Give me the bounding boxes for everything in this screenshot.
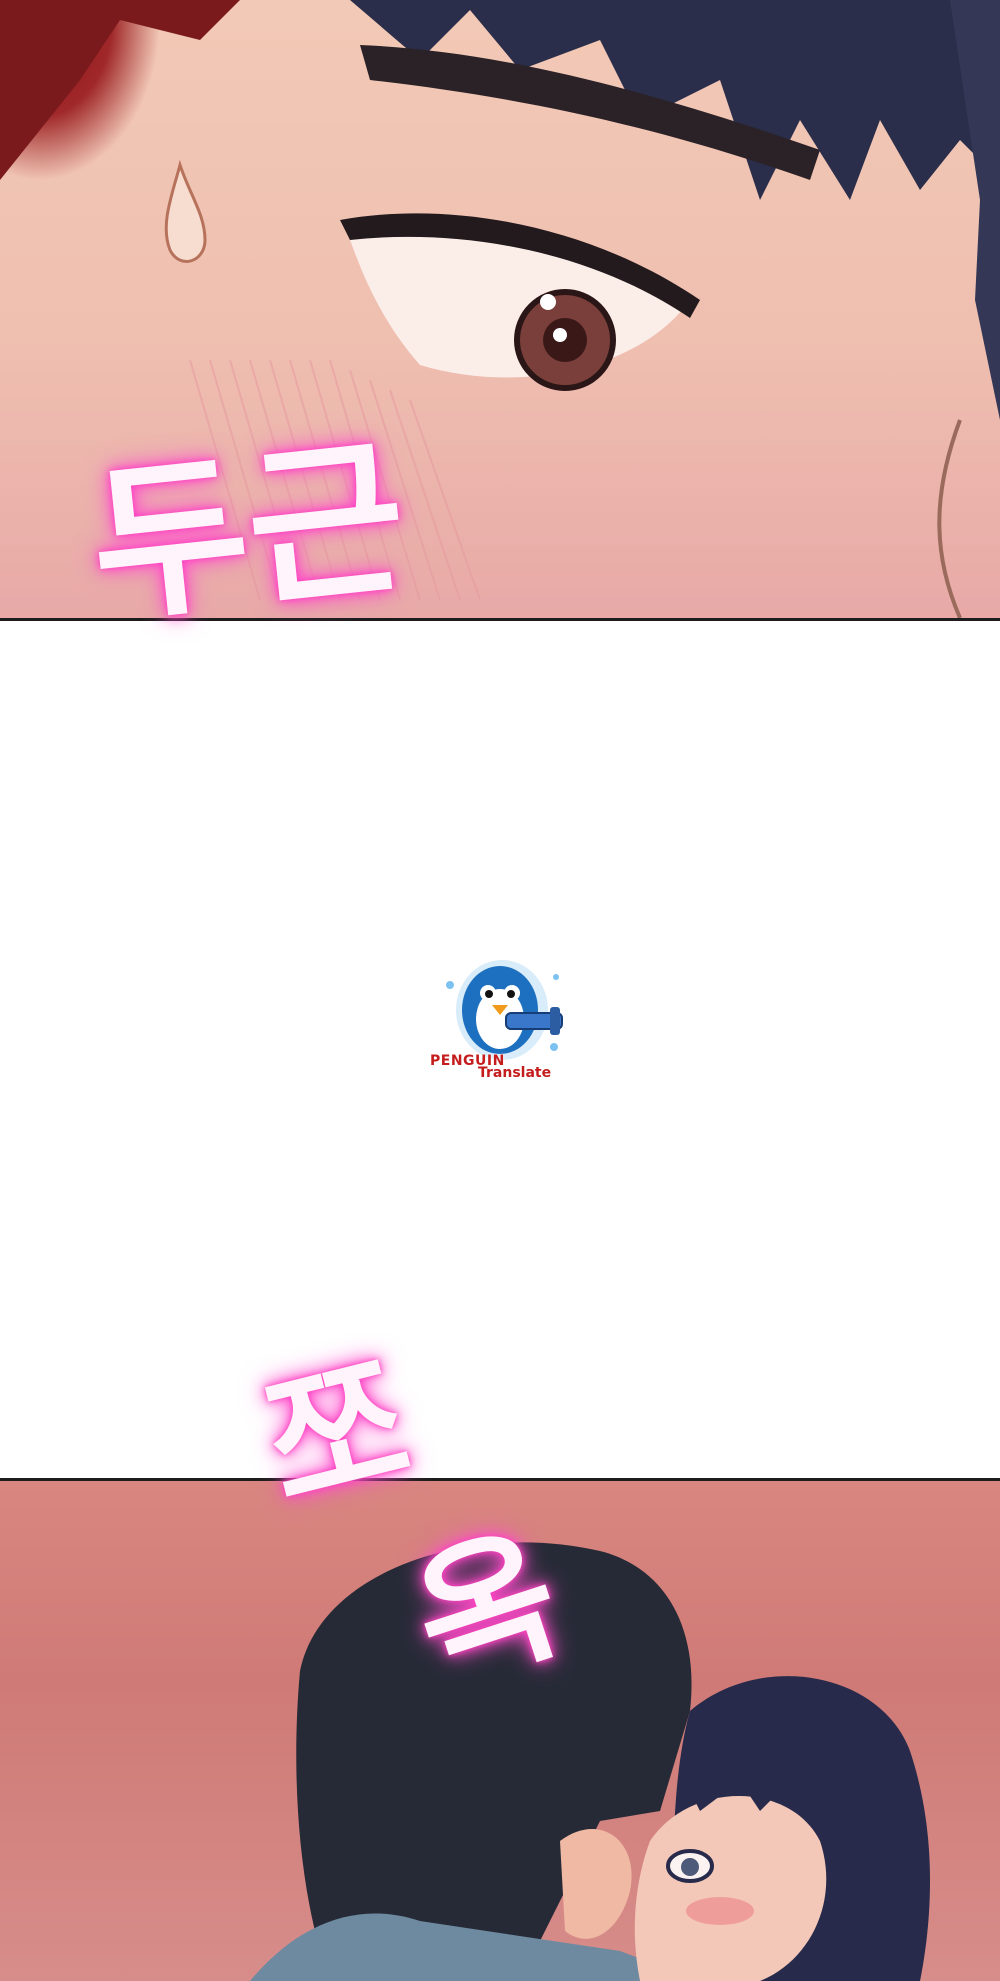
- penguin-icon: [446, 960, 563, 1060]
- sound-effect-heartbeat-text: 두근: [82, 418, 415, 648]
- watermark-logo: PENGUIN Translate: [430, 955, 576, 1085]
- watermark-text-line2: Translate: [478, 1065, 552, 1081]
